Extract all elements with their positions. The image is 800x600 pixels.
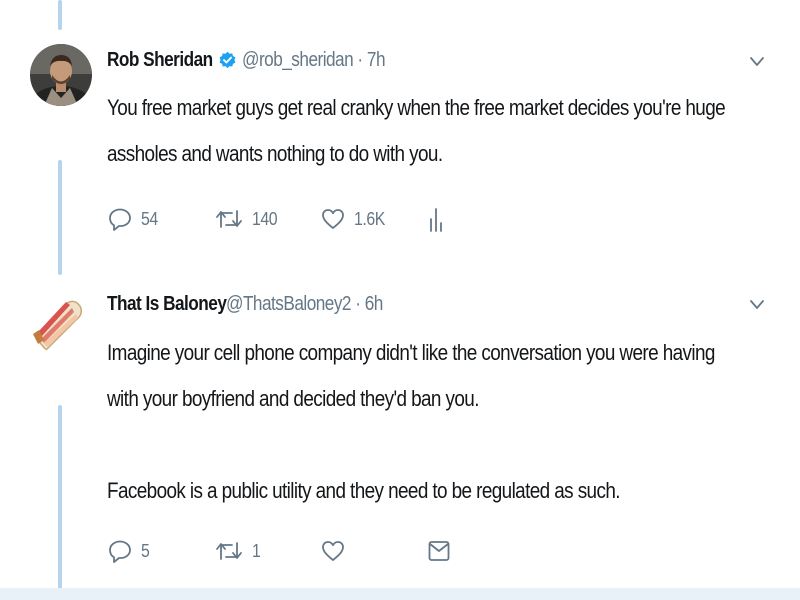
chevron-down-icon[interactable] xyxy=(748,52,766,70)
tweet-text-line: with your boyfriend and decided they'd b… xyxy=(107,386,479,411)
handle-and-time[interactable]: @rob_sheridan · 7h xyxy=(242,49,386,72)
display-name[interactable]: Rob Sheridan xyxy=(107,49,213,72)
retweet-icon xyxy=(214,206,244,232)
handle-and-time[interactable]: @ThatsBaloney2 · 6h xyxy=(226,293,383,316)
retweet-count: 140 xyxy=(252,208,278,229)
heart-icon xyxy=(320,538,346,564)
tweet-text: Imagine your cell phone company didn't l… xyxy=(107,330,715,514)
verified-badge-icon xyxy=(218,51,237,70)
chevron-down-icon[interactable] xyxy=(748,295,766,313)
reply-button[interactable]: 54 xyxy=(107,204,160,234)
avatar[interactable] xyxy=(30,292,92,354)
retweet-button[interactable]: 140 xyxy=(214,204,281,234)
tweet-text-line xyxy=(107,422,692,468)
timeline-bottom-divider xyxy=(0,588,800,600)
analytics-button[interactable] xyxy=(427,204,445,234)
thread-line-top xyxy=(58,0,62,30)
tweet-text-line: assholes and wants nothing to do with yo… xyxy=(107,141,443,166)
reply-icon xyxy=(107,538,133,564)
retweet-button[interactable]: 1 xyxy=(214,536,262,566)
heart-icon xyxy=(320,206,346,232)
direct-message-button[interactable] xyxy=(427,536,451,566)
reply-button[interactable]: 5 xyxy=(107,536,151,566)
tweet-text: You free market guys get real cranky whe… xyxy=(107,85,726,177)
direct-message-icon xyxy=(427,538,451,564)
reply-count: 54 xyxy=(141,208,158,229)
like-button[interactable] xyxy=(320,536,346,566)
analytics-icon xyxy=(427,205,445,233)
reply-icon xyxy=(107,206,133,232)
tweet-text-line: You free market guys get real cranky whe… xyxy=(107,95,726,120)
tweet-header: Rob Sheridan @rob_sheridan · 7h xyxy=(107,46,408,74)
reply-count: 5 xyxy=(141,540,150,561)
thread-line-bottom xyxy=(58,405,62,600)
thread-line-middle xyxy=(58,160,62,275)
tweet-header: That Is Baloney @ThatsBaloney2 · 6h xyxy=(107,290,408,318)
like-count: 1.6K xyxy=(354,208,385,229)
like-button[interactable]: 1.6K xyxy=(320,204,389,234)
tweet-text-line: Facebook is a public utility and they ne… xyxy=(107,478,621,503)
avatar[interactable] xyxy=(30,44,92,106)
display-name[interactable]: That Is Baloney xyxy=(107,293,227,316)
tweet-text-line: Imagine your cell phone company didn't l… xyxy=(107,340,715,365)
retweet-count: 1 xyxy=(252,540,261,561)
retweet-icon xyxy=(214,538,244,564)
